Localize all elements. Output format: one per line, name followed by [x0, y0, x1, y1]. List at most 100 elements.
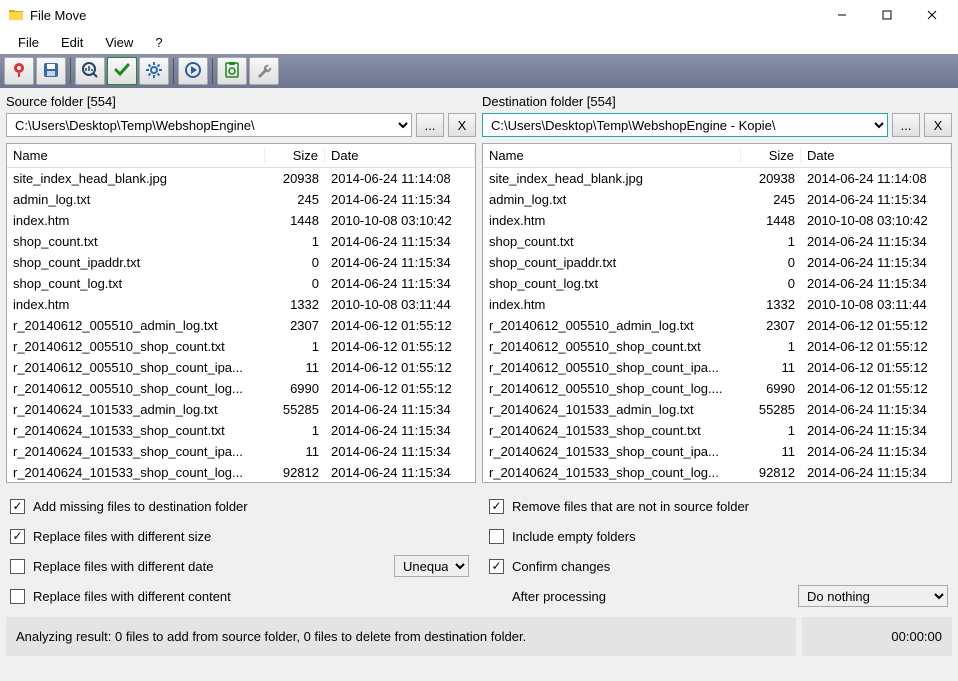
cell-date: 2014-06-24 11:14:08	[325, 171, 475, 186]
table-row[interactable]: r_20140612_005510_admin_log.txt23072014-…	[483, 315, 951, 336]
cell-date: 2014-06-12 01:55:12	[325, 381, 475, 396]
table-row[interactable]: r_20140624_101533_shop_count_log...92812…	[483, 462, 951, 482]
replace-date-checkbox[interactable]	[10, 559, 25, 574]
toolbar-separator	[70, 58, 71, 84]
table-row[interactable]: r_20140624_101533_shop_count.txt12014-06…	[483, 420, 951, 441]
cell-size: 6990	[265, 381, 325, 396]
pin-icon	[10, 61, 28, 82]
table-row[interactable]: r_20140612_005510_shop_count.txt12014-06…	[483, 336, 951, 357]
cell-name: r_20140624_101533_shop_count_log...	[7, 465, 265, 480]
cell-size: 0	[741, 276, 801, 291]
cell-size: 11	[741, 444, 801, 459]
table-row[interactable]: r_20140624_101533_shop_count_log...92812…	[7, 462, 475, 482]
table-row[interactable]: r_20140624_101533_admin_log.txt552852014…	[7, 399, 475, 420]
source-path-combo[interactable]: C:\Users\Desktop\Temp\WebshopEngine\	[6, 113, 412, 137]
include-empty-checkbox[interactable]	[489, 529, 504, 544]
cell-name: r_20140624_101533_shop_count_ipa...	[7, 444, 265, 459]
col-size[interactable]: Size	[741, 148, 801, 163]
table-row[interactable]: r_20140612_005510_shop_count_log....6990…	[483, 378, 951, 399]
cell-name: r_20140624_101533_admin_log.txt	[483, 402, 741, 417]
destination-browse-button[interactable]: ...	[892, 113, 920, 137]
destination-rows[interactable]: site_index_head_blank.jpg209382014-06-24…	[483, 168, 951, 482]
after-processing-select[interactable]: Do nothing	[798, 585, 948, 607]
cell-size: 1332	[265, 297, 325, 312]
tool-settings-button[interactable]	[249, 57, 279, 85]
menu-file[interactable]: File	[8, 33, 49, 52]
table-row[interactable]: site_index_head_blank.jpg209382014-06-24…	[7, 168, 475, 189]
cell-size: 245	[741, 192, 801, 207]
table-row[interactable]: r_20140624_101533_admin_log.txt552852014…	[483, 399, 951, 420]
cell-size: 1	[265, 234, 325, 249]
cell-name: shop_count_log.txt	[483, 276, 741, 291]
cell-date: 2014-06-24 11:15:34	[801, 465, 951, 480]
cell-size: 1	[265, 339, 325, 354]
cell-size: 11	[741, 360, 801, 375]
table-row[interactable]: shop_count_log.txt02014-06-24 11:15:34	[483, 273, 951, 294]
tool-check-button[interactable]	[107, 57, 137, 85]
table-row[interactable]: site_index_head_blank.jpg209382014-06-24…	[483, 168, 951, 189]
table-row[interactable]: index.htm14482010-10-08 03:10:42	[483, 210, 951, 231]
remove-not-in-source-checkbox[interactable]	[489, 499, 504, 514]
cell-name: site_index_head_blank.jpg	[483, 171, 741, 186]
minimize-button[interactable]	[819, 1, 864, 29]
replace-size-checkbox[interactable]	[10, 529, 25, 544]
close-button[interactable]	[909, 1, 954, 29]
table-row[interactable]: admin_log.txt2452014-06-24 11:15:34	[483, 189, 951, 210]
table-row[interactable]: index.htm13322010-10-08 03:11:44	[483, 294, 951, 315]
add-missing-checkbox[interactable]	[10, 499, 25, 514]
table-row[interactable]: r_20140612_005510_shop_count_ipa...11201…	[483, 357, 951, 378]
col-size[interactable]: Size	[265, 148, 325, 163]
replace-date-label: Replace files with different date	[33, 559, 213, 574]
table-row[interactable]: index.htm13322010-10-08 03:11:44	[7, 294, 475, 315]
cell-size: 55285	[265, 402, 325, 417]
col-name[interactable]: Name	[483, 148, 741, 163]
maximize-button[interactable]	[864, 1, 909, 29]
destination-clear-button[interactable]: X	[924, 113, 952, 137]
table-row[interactable]: index.htm14482010-10-08 03:10:42	[7, 210, 475, 231]
cell-size: 2307	[265, 318, 325, 333]
col-name[interactable]: Name	[7, 148, 265, 163]
include-empty-label: Include empty folders	[512, 529, 636, 544]
table-row[interactable]: admin_log.txt2452014-06-24 11:15:34	[7, 189, 475, 210]
tool-gear-button[interactable]	[139, 57, 169, 85]
menu-help[interactable]: ?	[145, 33, 172, 52]
table-row[interactable]: r_20140612_005510_shop_count_ipa...11201…	[7, 357, 475, 378]
cell-name: r_20140612_005510_shop_count.txt	[7, 339, 265, 354]
cell-name: r_20140624_101533_shop_count.txt	[7, 423, 265, 438]
cell-date: 2014-06-24 11:15:34	[325, 255, 475, 270]
table-row[interactable]: r_20140612_005510_shop_count_log...69902…	[7, 378, 475, 399]
menu-edit[interactable]: Edit	[51, 33, 93, 52]
date-comparison-select[interactable]: Unequal	[394, 555, 469, 577]
table-row[interactable]: r_20140624_101533_shop_count.txt12014-06…	[7, 420, 475, 441]
source-rows[interactable]: site_index_head_blank.jpg209382014-06-24…	[7, 168, 475, 482]
destination-path-combo[interactable]: C:\Users\Desktop\Temp\WebshopEngine - Ko…	[482, 113, 888, 137]
table-row[interactable]: shop_count.txt12014-06-24 11:15:34	[7, 231, 475, 252]
status-text: Analyzing result: 0 files to add from so…	[6, 617, 796, 656]
cell-size: 11	[265, 360, 325, 375]
table-row[interactable]: r_20140612_005510_shop_count.txt12014-06…	[7, 336, 475, 357]
menu-view[interactable]: View	[95, 33, 143, 52]
cell-date: 2014-06-24 11:15:34	[801, 255, 951, 270]
cell-size: 1448	[741, 213, 801, 228]
table-row[interactable]: shop_count_ipaddr.txt02014-06-24 11:15:3…	[7, 252, 475, 273]
tool-pin-button[interactable]	[4, 57, 34, 85]
table-row[interactable]: shop_count.txt12014-06-24 11:15:34	[483, 231, 951, 252]
cell-name: admin_log.txt	[7, 192, 265, 207]
confirm-changes-checkbox[interactable]	[489, 559, 504, 574]
table-row[interactable]: shop_count_log.txt02014-06-24 11:15:34	[7, 273, 475, 294]
tool-run-button[interactable]	[178, 57, 208, 85]
tool-save-button[interactable]	[36, 57, 66, 85]
table-row[interactable]: r_20140624_101533_shop_count_ipa...11201…	[7, 441, 475, 462]
replace-content-checkbox[interactable]	[10, 589, 25, 604]
tool-analyze-button[interactable]	[75, 57, 105, 85]
col-date[interactable]: Date	[801, 148, 951, 163]
cell-name: r_20140612_005510_shop_count.txt	[483, 339, 741, 354]
table-row[interactable]: r_20140624_101533_shop_count_ipa...11201…	[483, 441, 951, 462]
cell-name: r_20140612_005510_admin_log.txt	[483, 318, 741, 333]
tool-clipboard-button[interactable]	[217, 57, 247, 85]
source-clear-button[interactable]: X	[448, 113, 476, 137]
table-row[interactable]: r_20140612_005510_admin_log.txt23072014-…	[7, 315, 475, 336]
col-date[interactable]: Date	[325, 148, 475, 163]
source-browse-button[interactable]: ...	[416, 113, 444, 137]
table-row[interactable]: shop_count_ipaddr.txt02014-06-24 11:15:3…	[483, 252, 951, 273]
